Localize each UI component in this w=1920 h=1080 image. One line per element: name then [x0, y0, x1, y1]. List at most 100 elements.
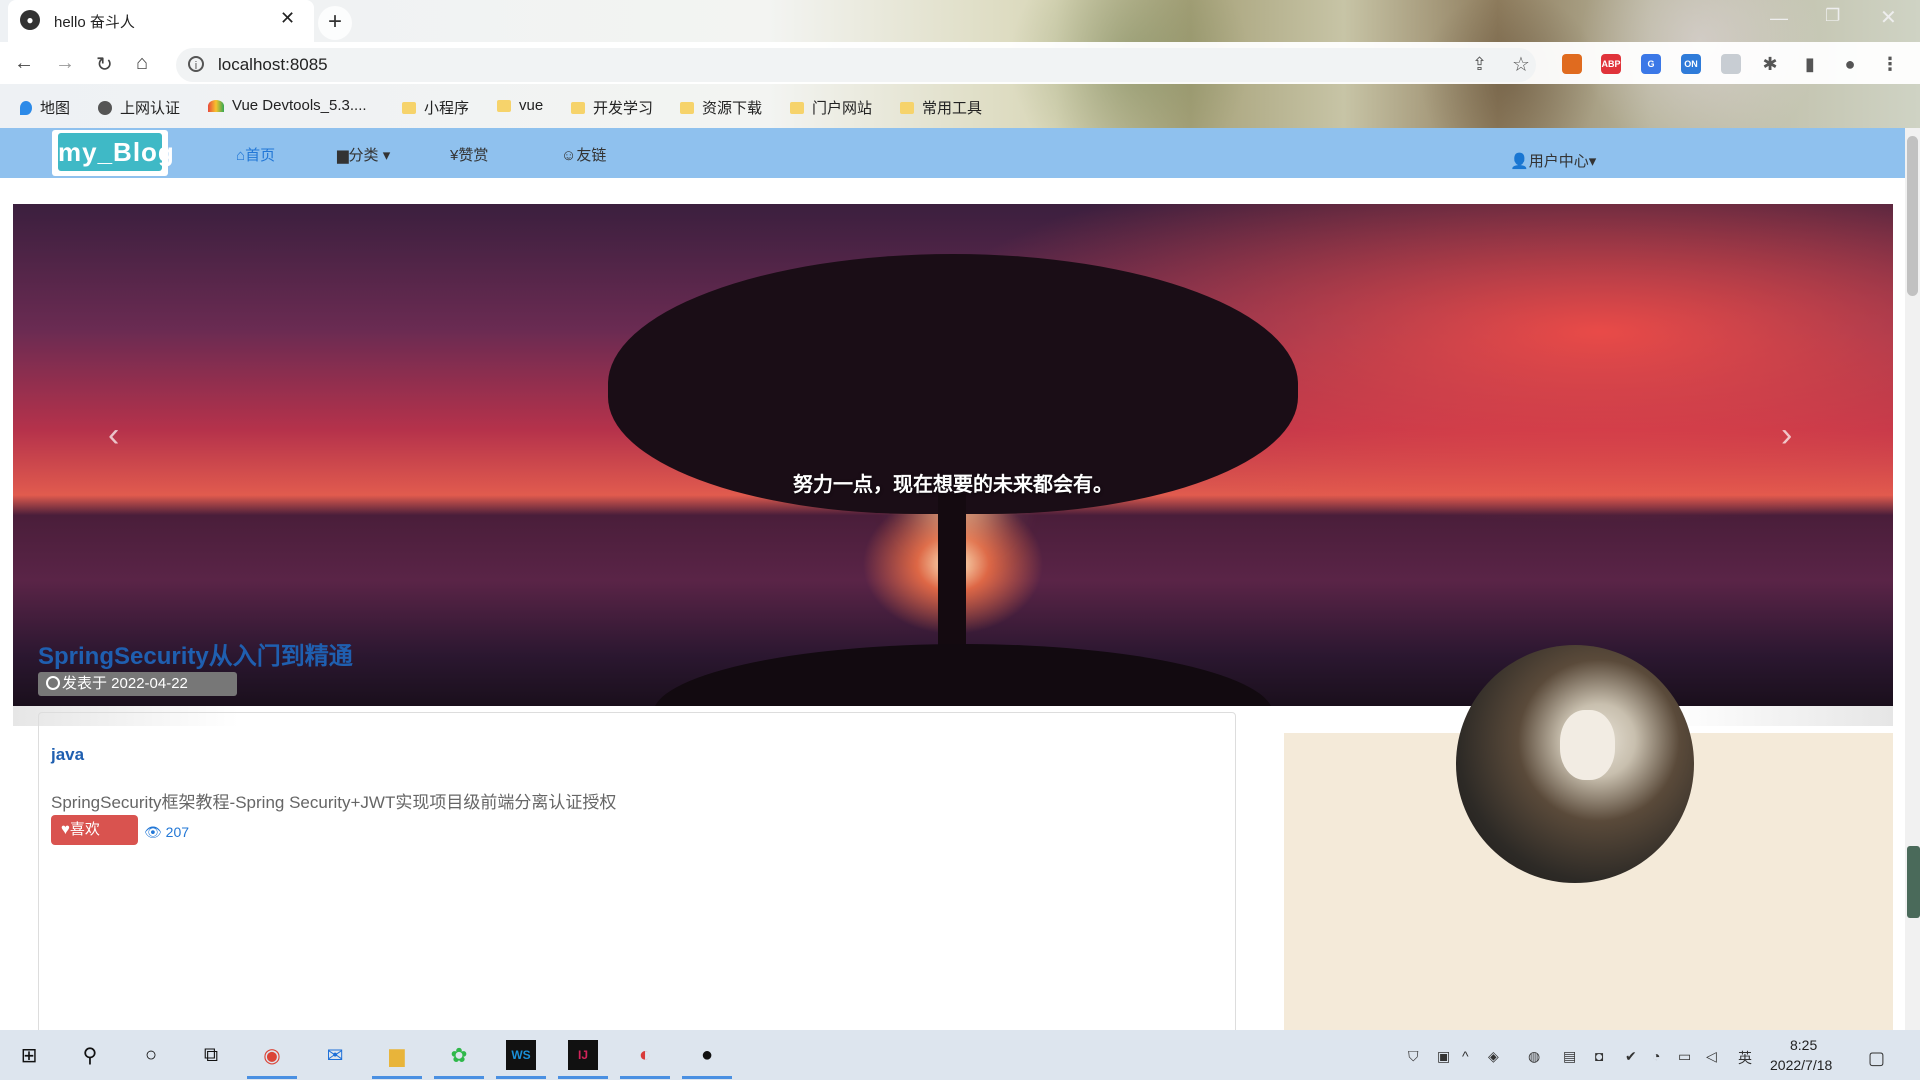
nav-home-label: 首页 — [245, 147, 276, 164]
intellij-icon[interactable]: IJ — [568, 1040, 598, 1070]
bookmark-item[interactable]: 门户网站 — [790, 97, 872, 118]
nav-user-center[interactable]: 👤用户中心▾ — [1510, 150, 1596, 171]
nav-reward[interactable]: ¥赞赏 — [450, 144, 488, 165]
defender-icon[interactable]: ◘ — [1595, 1048, 1603, 1064]
active-app-indicator — [682, 1076, 732, 1079]
chrome-icon[interactable]: ◉ — [257, 1040, 287, 1070]
eye-icon: 👁 — [144, 824, 162, 840]
clock-date[interactable]: 2022/7/18 — [1770, 1057, 1832, 1073]
favicon-icon: ● — [20, 10, 40, 30]
back-icon[interactable]: ← — [14, 52, 34, 75]
on-ext-icon[interactable]: ON — [1681, 54, 1701, 74]
bookmark-item[interactable]: 小程序 — [402, 97, 469, 118]
folder-icon — [402, 101, 416, 114]
info-icon[interactable]: i — [188, 56, 204, 72]
qq-icon[interactable]: ◍ — [1528, 1048, 1540, 1065]
active-app-indicator — [372, 1076, 422, 1079]
smile-icon: ☺ — [561, 147, 577, 164]
carousel-next-icon[interactable]: › — [1781, 416, 1792, 455]
task-view-icon[interactable]: ⧉ — [196, 1040, 226, 1070]
bookmark-star-icon[interactable]: ☆ — [1512, 52, 1530, 77]
clock-time[interactable]: 8:25 — [1790, 1037, 1817, 1053]
app-red-icon[interactable]: ◐ — [630, 1040, 660, 1070]
nav-reward-label: 赞赏 — [458, 147, 489, 164]
nav-links-label: 友链 — [576, 147, 607, 164]
tab-title: hello 奋斗人 — [54, 14, 135, 31]
battery-icon[interactable]: ▭ — [1678, 1048, 1691, 1065]
security-icon[interactable]: ◈ — [1488, 1048, 1499, 1065]
home-icon[interactable]: ⌂ — [136, 52, 148, 75]
bookmark-item[interactable]: 资源下载 — [680, 97, 762, 118]
hero-carousel[interactable]: 努力一点，现在想要的未来都会有。 ‹ › — [13, 204, 1893, 706]
bookmark-label: 常用工具 — [922, 100, 983, 117]
share-icon[interactable]: ⇪ — [1472, 54, 1487, 75]
menu-ext-icon[interactable]: ⋮ — [1880, 54, 1900, 74]
post-date-badge: 发表于 2022-04-22 — [38, 672, 237, 696]
globe-icon — [98, 100, 112, 115]
explorer-icon[interactable]: ▆ — [382, 1040, 412, 1070]
abp-ext-icon[interactable]: ABP — [1601, 54, 1621, 74]
bookmark-item[interactable]: 开发学习 — [571, 97, 653, 118]
nav-category[interactable]: ▆分类 ▾ — [337, 144, 390, 165]
bookmark-label: 资源下载 — [702, 100, 763, 117]
cortana-icon[interactable]: ○ — [136, 1040, 166, 1070]
active-app-indicator — [620, 1076, 670, 1079]
wifi-icon[interactable]: ◔ — [1652, 1048, 1660, 1064]
translate-ext-icon[interactable]: G — [1641, 54, 1661, 74]
profile-ext-icon[interactable]: ● — [1840, 54, 1860, 74]
side-panel-handle[interactable] — [1907, 846, 1920, 918]
window-close-icon[interactable]: ✕ — [1880, 5, 1897, 30]
post-category[interactable]: java — [51, 745, 84, 765]
ime-indicator[interactable]: 英 — [1738, 1048, 1752, 1068]
post-card — [38, 712, 1236, 1030]
obs-icon[interactable]: ● — [692, 1040, 722, 1070]
nav-home[interactable]: ⌂首页 — [236, 144, 275, 165]
firefox-ext-icon[interactable] — [1562, 54, 1582, 74]
url-text[interactable]: localhost:8085 — [218, 55, 328, 75]
volume-icon[interactable]: ◁ — [1706, 1048, 1717, 1065]
shield-icon[interactable]: ⛉ — [1408, 1048, 1419, 1065]
archive-icon: ▆ — [337, 147, 349, 164]
folder-icon — [790, 101, 804, 114]
post-title[interactable]: SpringSecurity从入门到精通 — [38, 636, 353, 671]
search-icon[interactable]: ⚲ — [75, 1040, 105, 1070]
bookmark-label: Vue Devtools_5.3.... — [232, 97, 367, 114]
new-tab-button[interactable]: + — [318, 6, 352, 40]
heart-icon: ♥ — [61, 821, 70, 838]
bookmark-label: 门户网站 — [812, 100, 873, 117]
start-icon[interactable]: ⊞ — [14, 1040, 44, 1070]
close-tab-icon[interactable]: ✕ — [280, 8, 295, 29]
scrollbar-thumb[interactable] — [1907, 136, 1918, 296]
bookmark-item[interactable]: vue — [497, 97, 543, 114]
folder-icon — [900, 101, 914, 114]
nvidia-icon[interactable]: ▣ — [1437, 1048, 1450, 1065]
puzzle-ext-icon[interactable]: ✱ — [1760, 54, 1780, 74]
notification-icon[interactable]: ▢ — [1868, 1048, 1885, 1069]
wechat-icon[interactable]: ✿ — [444, 1040, 474, 1070]
check-icon[interactable]: ✔ — [1625, 1048, 1637, 1065]
bookmark-item[interactable]: 地图 — [20, 97, 70, 118]
forward-icon[interactable]: → — [55, 52, 75, 75]
network-monitor-icon[interactable]: ▤ — [1563, 1048, 1576, 1065]
like-label: 喜欢 — [69, 821, 100, 838]
like-button[interactable]: ♥喜欢 — [51, 815, 138, 845]
webstorm-icon[interactable]: WS — [506, 1040, 536, 1070]
active-app-indicator — [558, 1076, 608, 1079]
active-app-indicator — [434, 1076, 484, 1079]
minimize-icon[interactable]: — — [1770, 8, 1788, 29]
reload-icon[interactable]: ↻ — [96, 52, 113, 77]
carousel-prev-icon[interactable]: ‹ — [108, 416, 119, 455]
folder-ext-icon[interactable] — [1721, 54, 1741, 74]
nav-links[interactable]: ☺友链 — [561, 144, 606, 165]
restore-icon[interactable]: ❐ — [1825, 6, 1840, 26]
folder-icon — [680, 101, 694, 114]
bookmark-item[interactable]: Vue Devtools_5.3.... — [208, 97, 367, 114]
sidepanel-ext-icon[interactable]: ▮ — [1800, 54, 1820, 74]
bookmark-item[interactable]: 上网认证 — [98, 97, 180, 118]
bookmark-item[interactable]: 常用工具 — [900, 97, 982, 118]
bookmark-label: 上网认证 — [120, 100, 181, 117]
tray-expand-icon[interactable]: ^ — [1462, 1048, 1469, 1064]
site-logo[interactable]: my_Blog — [58, 133, 174, 171]
mail-icon[interactable]: ✉ — [320, 1040, 350, 1070]
address-bar[interactable] — [176, 48, 1536, 82]
